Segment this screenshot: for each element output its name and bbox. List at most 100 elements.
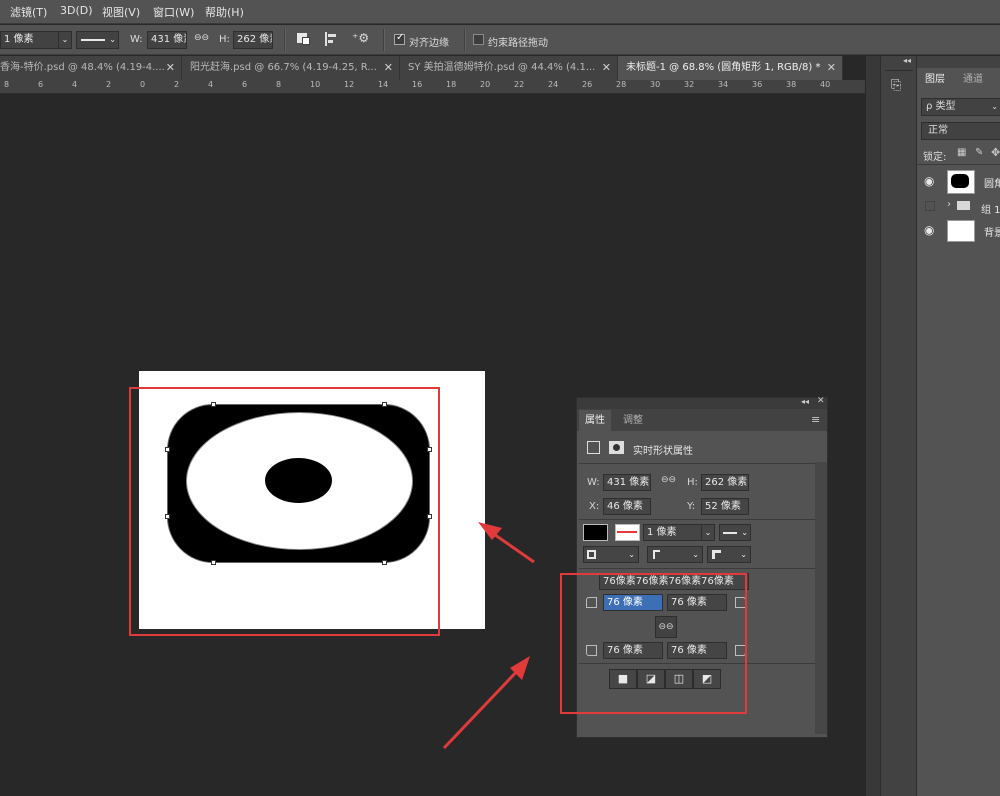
stroke-corners-dropdown[interactable]: ⌄ [707,546,751,563]
ruler-tick: 10 [310,80,321,89]
annotation-arrow-line [442,664,524,750]
ruler-tick: 6 [242,80,248,89]
panel-header [917,56,1000,68]
chevron-down-icon: ⌄ [704,528,712,537]
stroke-width-field[interactable]: 1 像素 [0,31,60,49]
height-field[interactable]: 262 像素 [701,474,749,491]
lock-position-icon[interactable]: ✥ [991,146,1000,159]
tab-document-active[interactable]: 未标题-1 @ 68.8% (圆角矩形 1, RGB/8) * ✕ [618,56,843,80]
close-icon[interactable]: ✕ [817,396,825,406]
eye-icon[interactable]: ◉ [924,174,934,188]
align-edges-checkbox[interactable] [394,32,405,45]
ruler-tick: 34 [718,80,729,89]
width-field[interactable]: 431 像素 [603,474,651,491]
constrain-path-checkbox[interactable] [473,34,484,45]
stroke-type-dropdown[interactable]: ⌄ [719,524,751,541]
tab-layers[interactable]: 图层 [919,70,951,90]
close-icon[interactable]: ✕ [384,56,393,80]
divider [284,29,286,51]
menu-window[interactable]: 窗口(W) [153,4,194,20]
x-field[interactable]: 46 像素 [603,498,651,515]
collapse-icon[interactable]: ◂◂ [801,397,809,406]
menu-3d[interactable]: 3D(D) [60,4,93,17]
width-field[interactable]: 431 像素 [147,31,187,49]
ruler-tick: 20 [480,80,491,89]
lock-transparent-icon[interactable]: ▦ [957,147,966,158]
ruler-tick: 24 [548,80,559,89]
chevron-down-icon: ⌄ [991,102,998,111]
path-operations-icon-overlay [302,37,310,45]
collapsed-panel-column: ◂◂ ⎘ [880,56,916,796]
layer-row[interactable]: ◉ 背景 [917,218,1000,244]
folder-icon [957,201,970,210]
eye-icon[interactable]: ◉ [924,223,934,237]
document-tab-bar: 香海-特价.psd @ 48.4% (4.19-4.... ✕ 阳光赶海.psd… [0,56,843,80]
ruler-tick: 4 [72,80,78,89]
stroke-width-dropdown[interactable]: ⌄ [58,31,72,49]
stroke-size-field[interactable]: 1 像素 [643,524,703,541]
chevron-down-icon: ⌄ [61,35,69,44]
layers-panel: 图层 通道 ρ 类型 ⌄ 正常 锁定: ▦ ✎ ✥ ◉ 圆角 › 组 1 ◉ 背… [916,56,1000,796]
line-style-icon [81,39,105,41]
close-icon[interactable]: ✕ [602,56,611,80]
layer-row[interactable]: ◉ 圆角 [917,168,1000,196]
visibility-toggle[interactable] [925,201,935,211]
fill-color-swatch[interactable] [583,524,608,541]
menu-filter[interactable]: 滤镜(T) [10,4,47,20]
ruler-tick: 14 [378,80,389,89]
ruler-tick: 6 [38,80,44,89]
tab-channels[interactable]: 通道 [957,70,989,90]
tab-document-2[interactable]: 阳光赶海.psd @ 66.7% (4.19-4.25, R... ✕ [182,56,400,80]
panel-dock-gap [866,56,880,796]
tab-adjustments[interactable]: 调整 [617,410,649,431]
y-field[interactable]: 52 像素 [701,498,749,515]
tab-label: 未标题-1 @ 68.8% (圆角矩形 1, RGB/8) * [626,62,821,73]
shape-thumbnail-icon [951,174,969,188]
path-arrangement-icon[interactable]: ⁺⚙ [352,31,369,45]
menu-help[interactable]: 帮助(H) [205,4,244,20]
align-bar-1 [328,34,336,37]
panel-scrollbar[interactable] [815,462,827,734]
no-stroke-slash-icon [617,531,637,533]
ruler-tick: 38 [786,80,797,89]
stroke-caps-dropdown[interactable]: ⌄ [647,546,703,563]
path-alignment-icon[interactable] [325,32,327,46]
ruler-tick: 22 [514,80,525,89]
options-bar: 1 像素 ⌄ ⌄ W: 431 像素 ⊖⊖ H: 262 像素 ⁺⚙ 对齐边缘 … [0,25,1000,55]
collapse-icon[interactable]: ◂◂ [903,56,911,65]
ruler-tick: 4 [208,80,214,89]
menu-view[interactable]: 视图(V) [102,4,140,20]
height-field[interactable]: 262 像素 [233,31,273,49]
chevron-right-icon[interactable]: › [947,199,951,210]
stroke-type-dropdown[interactable]: ⌄ [76,31,119,49]
divider [579,519,815,520]
ruler-tick: 8 [4,80,10,89]
ruler-tick: 32 [684,80,695,89]
tab-document-1[interactable]: 香海-特价.psd @ 48.4% (4.19-4.... ✕ [0,56,182,80]
stroke-size-dropdown[interactable]: ⌄ [701,524,715,541]
annotation-box-shape [129,387,440,636]
tab-document-3[interactable]: SY 美拍温德姆特价.psd @ 44.4% (4.1... ✕ [400,56,618,80]
chevron-down-icon: ⌄ [628,550,635,559]
close-icon[interactable]: ✕ [827,56,836,80]
blend-mode-dropdown[interactable]: 正常 [921,122,1000,140]
divider [464,29,466,51]
layer-name: 组 1 [981,205,1000,216]
layer-row[interactable]: › 组 1 [917,198,1000,216]
link-icon[interactable]: ⊖⊖ [194,33,209,43]
divider [383,29,385,51]
divider [885,70,913,71]
history-icon[interactable]: ⎘ [891,78,901,93]
close-icon[interactable]: ✕ [166,56,175,80]
tab-properties[interactable]: 属性 [579,410,611,431]
link-icon[interactable]: ⊖⊖ [661,475,676,485]
tab-label: 香海-特价.psd @ 48.4% (4.19-4.... [0,62,165,73]
layer-filter-dropdown[interactable]: ρ 类型 ⌄ [921,98,1000,116]
layer-thumbnail [947,220,975,242]
stroke-align-dropdown[interactable]: ⌄ [583,546,639,563]
horizontal-ruler[interactable]: 8 6 4 2 0 2 4 6 8 10 12 14 16 18 20 22 2… [0,80,865,94]
align-bar-2 [328,40,333,43]
lock-paint-icon[interactable]: ✎ [975,147,983,158]
panel-menu-icon[interactable]: ≡ [811,413,820,426]
y-label: Y: [687,501,696,512]
